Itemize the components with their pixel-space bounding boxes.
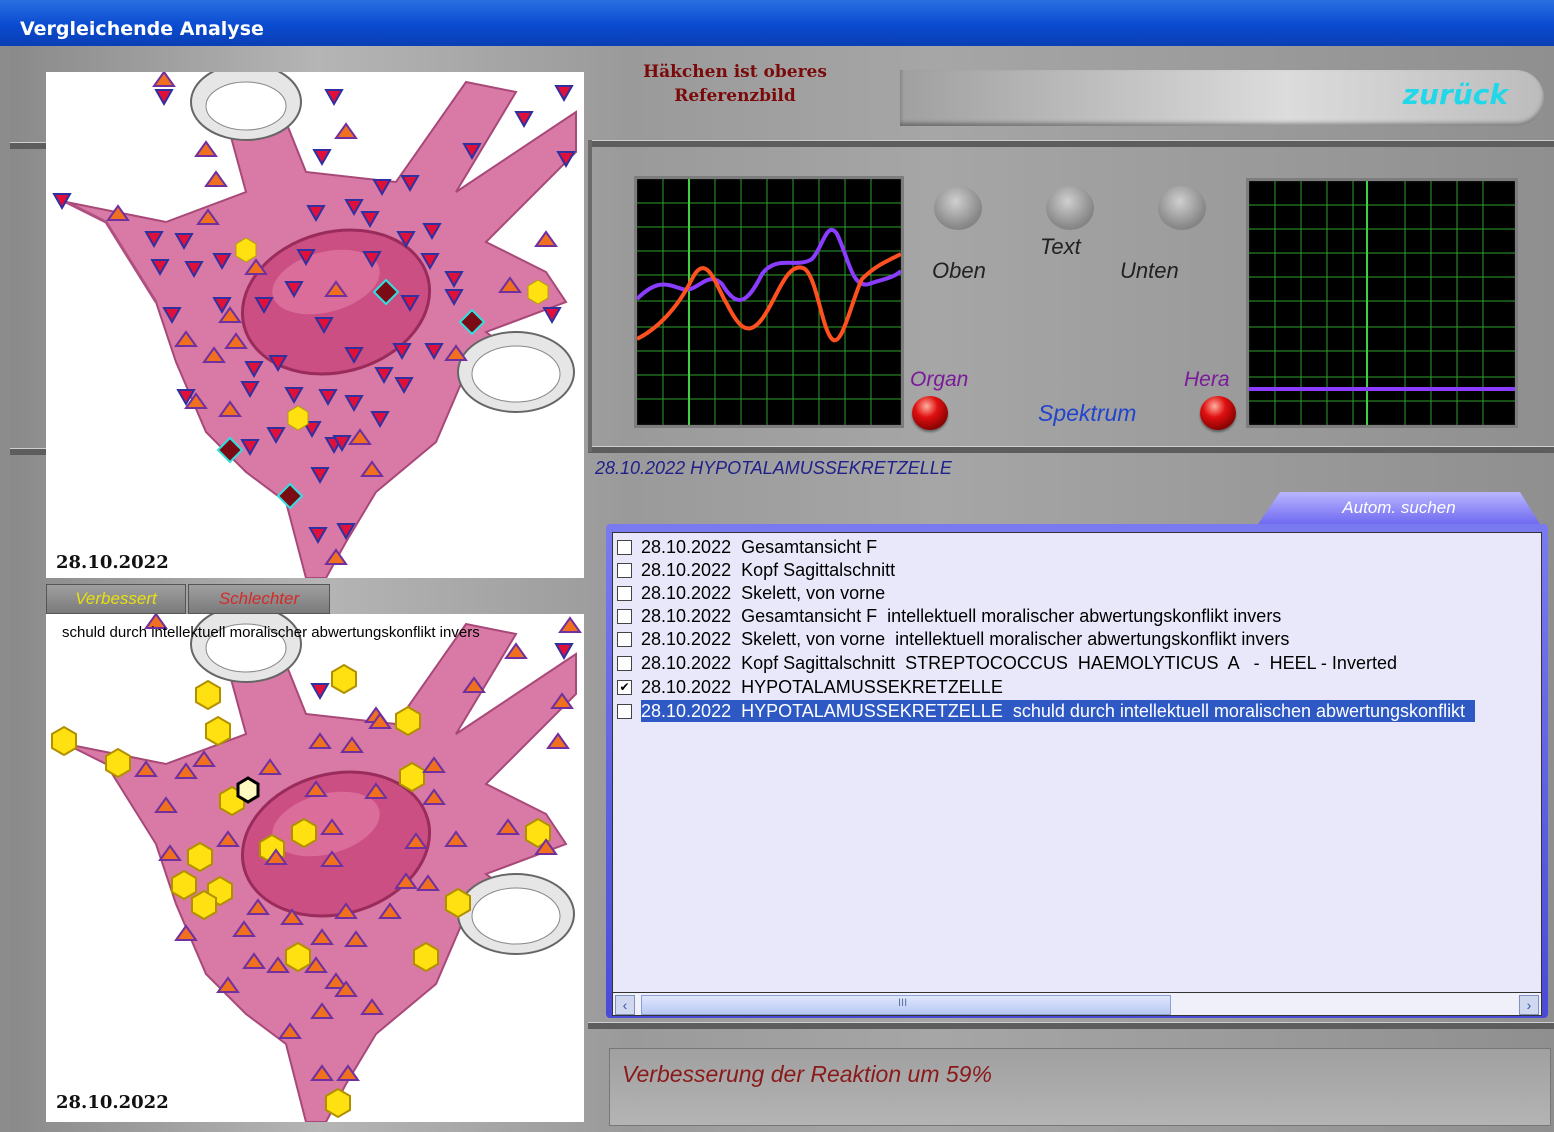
- oben-knob[interactable]: [934, 186, 982, 230]
- row-checkbox[interactable]: [617, 704, 632, 719]
- list-item-text: 28.10.2022 Skelett, von vorne: [641, 583, 886, 603]
- unten-label: Unten: [1120, 258, 1179, 283]
- highlight-marker: [236, 776, 260, 804]
- bottom-image-caption: schuld durch intellektuell moralischer a…: [62, 624, 480, 641]
- title-bar: Vergleichende Analyse: [0, 0, 1554, 46]
- top-image-date: 28.10.2022: [56, 552, 169, 573]
- frame-line: [588, 140, 1554, 147]
- row-checkbox[interactable]: [617, 540, 632, 555]
- list-item[interactable]: 28.10.2022 Kopf Sagittalschnitt STREPTOC…: [617, 652, 1541, 674]
- hera-waveform: [1249, 181, 1515, 425]
- scroll-left-arrow-icon[interactable]: ‹: [615, 995, 635, 1015]
- bottom-image-date: 28.10.2022: [56, 1092, 169, 1113]
- frame-vline: [588, 140, 592, 452]
- list-item-text: 28.10.2022 Kopf Sagittalschnitt STREPTOC…: [641, 653, 1397, 673]
- row-checkbox[interactable]: [617, 563, 632, 578]
- status-text: Verbesserung der Reaktion um 59%: [622, 1061, 992, 1087]
- cell-illustration-top: [52, 72, 577, 578]
- text-label: Text: [1040, 234, 1081, 259]
- row-checkbox[interactable]: [617, 586, 632, 601]
- hera-led-button[interactable]: [1200, 396, 1236, 430]
- reference-hint: Häkchen ist oberes Referenzbild: [643, 62, 827, 106]
- organ-label: Organ: [910, 368, 969, 391]
- analysis-list[interactable]: 28.10.2022 Gesamtansicht F 28.10.2022 Ko…: [612, 532, 1542, 994]
- cell-illustration-bottom: [51, 614, 582, 1122]
- auto-search-label: Autom. suchen: [1342, 498, 1456, 517]
- frame-line: [10, 142, 46, 149]
- back-button[interactable]: zurück: [900, 70, 1544, 126]
- text-knob[interactable]: [1046, 186, 1094, 230]
- scroll-thumb[interactable]: III: [641, 995, 1171, 1015]
- frame-line: [588, 1022, 1554, 1029]
- horizontal-scrollbar[interactable]: ‹ III ›: [612, 992, 1542, 1016]
- list-item-selected[interactable]: 28.10.2022 HYPOTALAMUSSEKRETZELLE schuld…: [617, 700, 1541, 722]
- status-panel: Verbesserung der Reaktion um 59%: [609, 1048, 1551, 1126]
- tab-improved[interactable]: Verbessert: [46, 584, 186, 614]
- tab-improved-label: Verbessert: [75, 589, 157, 608]
- scroll-right-arrow-icon[interactable]: ›: [1519, 995, 1539, 1015]
- list-item[interactable]: 28.10.2022 Skelett, von vorne: [617, 582, 1541, 604]
- frame-line: [10, 448, 46, 455]
- hera-label: Hera: [1184, 368, 1230, 391]
- list-item[interactable]: 28.10.2022 Gesamtansicht F intellektuell…: [617, 605, 1541, 627]
- hera-oscilloscope: [1246, 178, 1518, 428]
- auto-search-button[interactable]: Autom. suchen: [1258, 492, 1540, 524]
- organ-led-button[interactable]: [912, 396, 948, 430]
- row-checkbox[interactable]: [617, 632, 632, 647]
- list-item-text: 28.10.2022 Gesamtansicht F intellektuell…: [641, 606, 1282, 626]
- list-item-text: 28.10.2022 Kopf Sagittalschnitt: [641, 560, 896, 580]
- list-item[interactable]: 28.10.2022 Gesamtansicht F: [617, 536, 1541, 558]
- list-item-text: 28.10.2022 HYPOTALAMUSSEKRETZELLE: [641, 677, 1003, 697]
- oben-label: Oben: [932, 258, 986, 283]
- list-item[interactable]: 28.10.2022 Kopf Sagittalschnitt: [617, 559, 1541, 581]
- list-item-text: 28.10.2022 Skelett, von vorne intellektu…: [641, 629, 1290, 649]
- frame-line: [588, 446, 1554, 453]
- back-button-label: zurück: [1402, 78, 1508, 111]
- list-item-text: 28.10.2022 HYPOTALAMUSSEKRETZELLE schuld…: [641, 700, 1476, 722]
- unten-knob[interactable]: [1158, 186, 1206, 230]
- tab-worse-label: Schlechter: [218, 589, 300, 608]
- current-item-title: 28.10.2022 HYPOTALAMUSSEKRETZELLE: [595, 458, 952, 478]
- organ-waveform: [635, 179, 903, 425]
- scroll-thumb-grip: III: [898, 997, 908, 1009]
- spektrum-label: Spektrum: [1038, 400, 1137, 426]
- organ-oscilloscope: [634, 176, 904, 428]
- row-checkbox[interactable]: [617, 609, 632, 624]
- list-item[interactable]: 28.10.2022 Skelett, von vorne intellektu…: [617, 628, 1541, 650]
- window-title: Vergleichende Analyse: [20, 18, 264, 40]
- row-checkbox[interactable]: [617, 656, 632, 671]
- list-item-text: 28.10.2022 Gesamtansicht F: [641, 537, 878, 557]
- bottom-cell-image[interactable]: 28.10.2022: [46, 614, 584, 1122]
- list-item[interactable]: ✔ 28.10.2022 HYPOTALAMUSSEKRETZELLE: [617, 676, 1541, 698]
- top-cell-image[interactable]: 28.10.2022: [46, 72, 584, 578]
- row-checkbox-checked[interactable]: ✔: [617, 680, 632, 695]
- tab-worse[interactable]: Schlechter: [188, 584, 330, 614]
